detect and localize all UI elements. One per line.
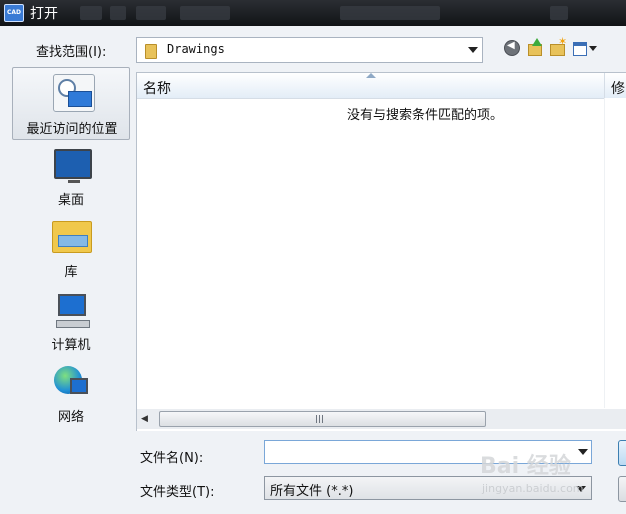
- empty-message: 没有与搜索条件匹配的项。: [347, 108, 504, 123]
- place-desktop-label: 桌面: [57, 193, 84, 208]
- place-network[interactable]: 网络: [12, 364, 130, 430]
- column-header-name[interactable]: 名称: [143, 78, 171, 98]
- up-folder-icon[interactable]: [527, 38, 543, 56]
- horizontal-scrollbar[interactable]: ◀: [137, 409, 626, 429]
- place-recent[interactable]: 最近访问的位置: [12, 67, 130, 140]
- file-list[interactable]: 名称 修 没有与搜索条件匹配的项。 ◀: [136, 72, 626, 431]
- look-in-value: Drawings: [167, 42, 225, 56]
- place-recent-label: 最近访问的位置: [26, 122, 118, 137]
- title-bar-background: [70, 6, 626, 20]
- look-in-dropdown[interactable]: Drawings: [136, 37, 483, 63]
- place-network-label: 网络: [57, 410, 84, 425]
- scroll-left-icon[interactable]: ◀: [141, 413, 153, 425]
- place-libraries-label: 库: [64, 265, 78, 280]
- watermark-text: Bai 经验: [480, 454, 571, 479]
- views-menu-icon[interactable]: [573, 40, 597, 56]
- back-icon[interactable]: [504, 40, 520, 56]
- folder-icon: [145, 44, 157, 59]
- network-icon: [52, 366, 92, 402]
- chevron-down-icon: [468, 47, 478, 53]
- places-bar: 最近访问的位置 桌面 库 计算机 网络: [12, 67, 132, 447]
- app-icon: CAD: [4, 4, 24, 22]
- watermark-url: jingyan.baidu.com: [482, 482, 584, 495]
- title-bar: CAD 打开: [0, 0, 626, 26]
- list-header: 名称 修: [137, 73, 626, 99]
- modified-column-area: [604, 98, 626, 408]
- column-header-modified[interactable]: 修: [611, 78, 625, 98]
- recent-places-icon: [53, 74, 95, 112]
- computer-icon: [52, 294, 92, 330]
- window-title: 打开: [30, 6, 58, 22]
- file-type-value: 所有文件 (*.*): [270, 484, 354, 499]
- place-computer-label: 计算机: [51, 338, 91, 353]
- new-folder-icon[interactable]: [550, 35, 567, 56]
- place-desktop[interactable]: 桌面: [12, 147, 130, 209]
- scrollbar-thumb[interactable]: [159, 411, 486, 427]
- column-divider[interactable]: [604, 73, 605, 98]
- sort-ascending-icon: [366, 73, 376, 78]
- scrollbar-grip-icon: [316, 415, 325, 423]
- desktop-icon: [54, 149, 92, 183]
- place-computer[interactable]: 计算机: [12, 292, 130, 358]
- file-name-label: 文件名(N):: [140, 451, 204, 466]
- look-in-label: 查找范围(I):: [36, 45, 107, 60]
- libraries-icon: [52, 219, 92, 255]
- file-type-label: 文件类型(T):: [140, 485, 215, 500]
- watermark: Bai 经验 jingyan.baidu.com: [476, 440, 621, 504]
- place-libraries[interactable]: 库: [12, 217, 130, 283]
